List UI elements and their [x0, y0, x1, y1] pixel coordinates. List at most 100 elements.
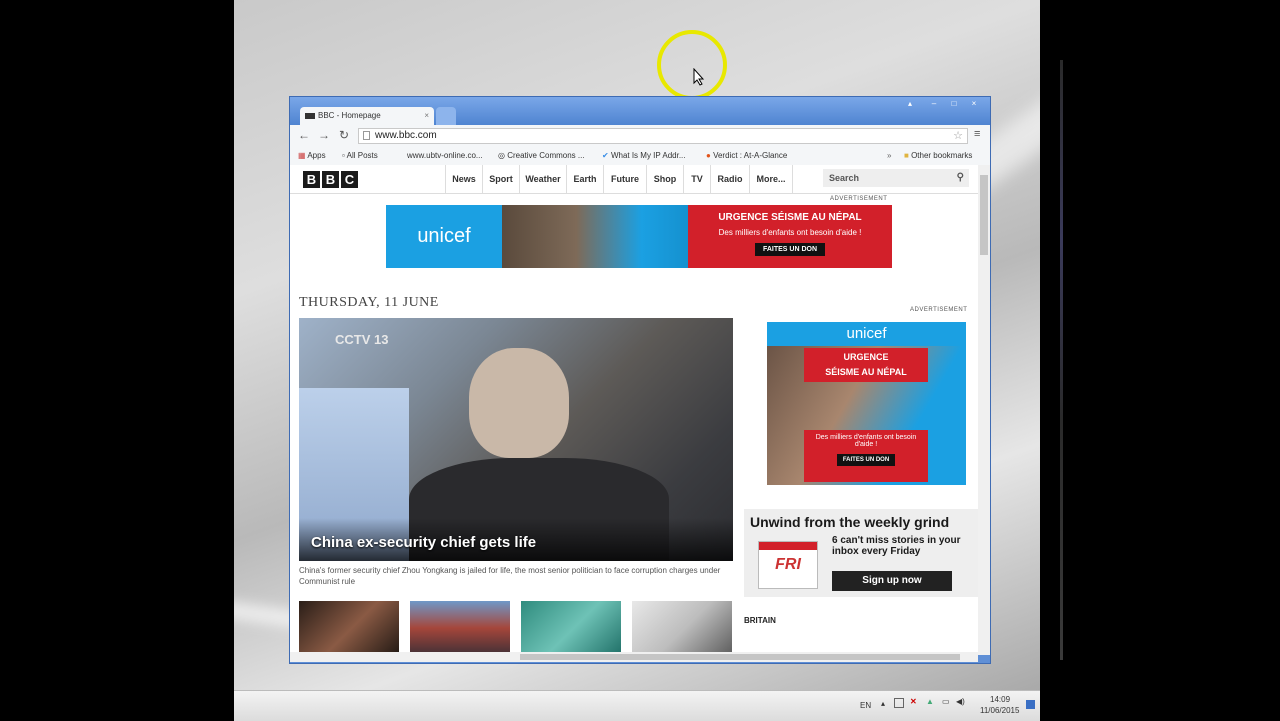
lead-summary: China's former security chief Zhou Yongk…	[299, 566, 721, 586]
menu-icon[interactable]: ≡	[974, 128, 980, 140]
bookmark-other[interactable]: ■ Other bookmarks	[904, 147, 972, 165]
bookmark-ubtv[interactable]: www.ubtv-online.co...	[407, 147, 483, 165]
logo-letter: B	[303, 171, 320, 188]
vertical-scrollbar[interactable]	[978, 165, 990, 655]
close-tab-icon[interactable]: ×	[424, 107, 429, 125]
language-indicator[interactable]: EN	[860, 701, 871, 710]
cursor-highlight	[657, 30, 727, 100]
logo-letter: C	[341, 171, 358, 188]
story-thumbnail-4[interactable]	[632, 601, 732, 655]
nav-more[interactable]: More...	[749, 165, 793, 193]
taskbar: EN ▴ ✕ ▲ ▭ ◀) 14:09 11/06/2015	[234, 690, 1040, 721]
clock-time[interactable]: 14:09	[990, 695, 1010, 704]
scrollbar-thumb[interactable]	[980, 175, 988, 255]
bookmark-what-is-my-ip[interactable]: ✔ What Is My IP Addr...	[602, 147, 685, 165]
unicef-side-ad[interactable]: unicef URGENCE SÉISME AU NÉPAL Des milli…	[767, 322, 966, 485]
speaker-icon[interactable]: ◀)	[956, 697, 965, 706]
nav-weather[interactable]: Weather	[519, 165, 566, 193]
clock-date[interactable]: 11/06/2015	[980, 706, 1019, 715]
browser-toolbar: ← → ↻ www.bbc.com ☆ ≡	[290, 125, 990, 147]
apps-grid-icon: ▦	[298, 151, 306, 160]
nav-tv[interactable]: TV	[683, 165, 710, 193]
web-page: B B C News Sport Weather Earth Future Sh…	[290, 165, 978, 655]
verdict-icon: ●	[706, 151, 711, 160]
newsletter-title: Unwind from the weekly grind	[750, 514, 950, 530]
ad-message-panel: URGENCE SÉISME AU NÉPAL Des milliers d'e…	[688, 205, 892, 268]
address-bar[interactable]: www.bbc.com ☆	[358, 128, 968, 144]
search-icon[interactable]: ⚲	[957, 169, 964, 187]
url-text: www.bbc.com	[375, 130, 437, 141]
calendar-day: FRI	[775, 556, 801, 573]
lead-headline[interactable]: China ex-security chief gets life	[311, 534, 536, 551]
back-icon[interactable]: ←	[298, 128, 310, 142]
side-ad-headline-1: URGENCE	[843, 352, 889, 362]
reload-icon[interactable]: ↻	[339, 128, 349, 142]
story-thumbnail-1[interactable]	[299, 601, 399, 655]
tray-app-icon[interactable]	[894, 698, 904, 708]
newsletter-body: 6 can't miss stories in your inbox every…	[832, 535, 961, 557]
lead-story-image[interactable]: CCTV 13 China ex-security chief gets lif…	[299, 318, 733, 561]
tab-strip: BBC - Homepage × ▴ – □ ×	[290, 97, 990, 125]
unicef-logo: unicef	[386, 205, 502, 268]
bookmark-all-posts[interactable]: ▫ All Posts	[342, 147, 378, 165]
new-tab-button[interactable]	[436, 107, 456, 125]
section-label: BRITAIN	[744, 616, 776, 625]
page-icon	[363, 131, 370, 140]
advertisement-label: ADVERTISEMENT	[910, 307, 968, 313]
bookmark-apps[interactable]: ▦ Apps	[298, 147, 326, 165]
side-ad-headline-2: SÉISME AU NÉPAL	[825, 367, 907, 377]
ip-icon: ✔	[602, 151, 609, 160]
story-thumbnail-2[interactable]	[410, 601, 510, 655]
ad-subline: Des milliers d'enfants ont besoin d'aide…	[718, 228, 862, 237]
newsletter-promo: Unwind from the weekly grind FRI 6 can't…	[744, 509, 978, 597]
antivirus-icon[interactable]: ✕	[910, 697, 917, 706]
minimize-icon[interactable]: –	[926, 99, 942, 109]
display-icon[interactable]: ▭	[942, 697, 950, 706]
horizontal-scrollbar[interactable]	[290, 652, 978, 662]
nav-earth[interactable]: Earth	[566, 165, 603, 193]
side-ad-message: Des milliers d'enfants ont besoin d'aide…	[804, 430, 928, 482]
screen-edge-artifact	[1060, 60, 1063, 660]
date-heading: THURSDAY, 11 JUNE	[299, 295, 439, 310]
show-desktop-button[interactable]	[1026, 700, 1035, 709]
unicef-banner-ad[interactable]: unicef URGENCE SÉISME AU NÉPAL Des milli…	[386, 205, 892, 268]
side-ad-headline: URGENCE SÉISME AU NÉPAL	[804, 348, 928, 382]
bookmark-star-icon[interactable]: ☆	[953, 129, 963, 143]
nav-future[interactable]: Future	[603, 165, 646, 193]
bookmark-verdict[interactable]: ● Verdict : At-A-Glance	[706, 147, 787, 165]
unicef-logo: unicef	[846, 325, 887, 342]
network-icon[interactable]: ▲	[926, 697, 934, 706]
tab-title: BBC - Homepage	[318, 111, 381, 120]
user-icon[interactable]: ▴	[902, 99, 918, 109]
cctv-logo: CCTV 13	[335, 332, 389, 347]
search-placeholder: Search	[829, 173, 860, 183]
tab-bbc-homepage[interactable]: BBC - Homepage ×	[300, 107, 434, 125]
cc-icon: ◎	[498, 151, 505, 160]
forward-icon[interactable]: →	[318, 128, 330, 142]
person-face	[469, 348, 569, 458]
maximize-icon[interactable]: □	[946, 99, 962, 109]
scrollbar-thumb[interactable]	[520, 654, 960, 660]
folder-icon: ■	[904, 151, 909, 160]
bookmark-creative-commons[interactable]: ◎ Creative Commons ...	[498, 147, 585, 165]
ad-headline: URGENCE SÉISME AU NÉPAL	[718, 212, 862, 223]
sign-up-button[interactable]: Sign up now	[832, 571, 952, 591]
donate-button[interactable]: FAITES UN DON	[836, 454, 896, 466]
nav-news[interactable]: News	[445, 165, 482, 193]
mouse-pointer-icon	[693, 68, 705, 86]
nav-radio[interactable]: Radio	[710, 165, 749, 193]
show-hidden-icons[interactable]: ▴	[881, 699, 885, 708]
story-thumbnail-3[interactable]	[521, 601, 621, 655]
page-icon: ▫	[342, 151, 345, 160]
bbc-logo[interactable]: B B C	[303, 165, 363, 193]
bookmarks-bar: ▦ Apps ▫ All Posts www.ubtv-online.co...…	[290, 147, 990, 166]
side-ad-subline: Des milliers d'enfants ont besoin d'aide…	[815, 434, 917, 448]
more-bookmarks-icon[interactable]: »	[887, 147, 891, 165]
donate-button[interactable]: FAITES UN DON	[754, 243, 826, 256]
close-window-icon[interactable]: ×	[966, 99, 982, 109]
search-box[interactable]: Search ⚲	[823, 169, 969, 187]
calendar-icon: FRI	[758, 541, 818, 589]
browser-window: BBC - Homepage × ▴ – □ × ← → ↻ www.bbc.c…	[289, 96, 991, 664]
nav-sport[interactable]: Sport	[482, 165, 519, 193]
nav-shop[interactable]: Shop	[646, 165, 683, 193]
